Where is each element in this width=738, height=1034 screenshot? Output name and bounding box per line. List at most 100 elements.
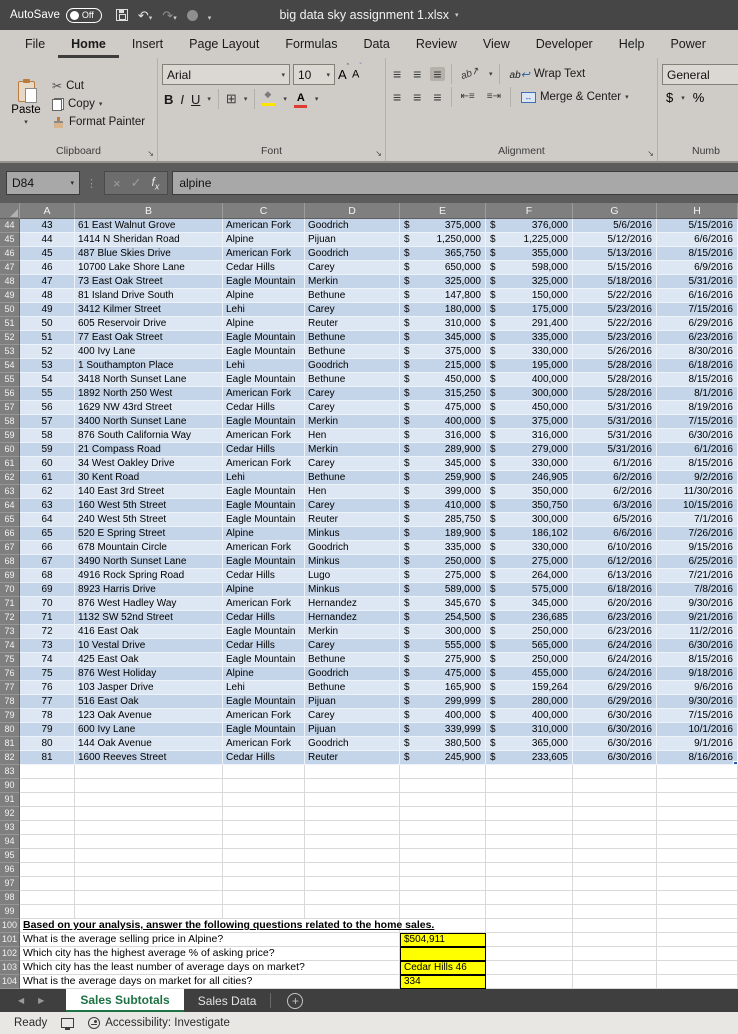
cell[interactable]: 3400 North Sunset Lane: [75, 415, 223, 429]
cell[interactable]: 6/24/2016: [573, 653, 657, 667]
cell[interactable]: [305, 765, 400, 779]
cell[interactable]: [486, 793, 573, 807]
cell[interactable]: 44: [20, 233, 75, 247]
cell[interactable]: 9/30/2016: [657, 695, 738, 709]
cell[interactable]: 6/3/2016: [573, 499, 657, 513]
row-header[interactable]: 47: [0, 261, 20, 275]
cell[interactable]: Carey: [305, 261, 400, 275]
cell[interactable]: [657, 919, 738, 933]
row-header[interactable]: 70: [0, 583, 20, 597]
cell[interactable]: 140 East 3rd Street: [75, 485, 223, 499]
cell[interactable]: [400, 835, 486, 849]
cell[interactable]: [486, 877, 573, 891]
cell[interactable]: 49: [20, 303, 75, 317]
cell[interactable]: [486, 961, 573, 975]
cell[interactable]: $375,000: [486, 415, 573, 429]
cell[interactable]: 6/6/2016: [573, 527, 657, 541]
cell[interactable]: [20, 961, 400, 975]
cell[interactable]: American Fork: [223, 709, 305, 723]
cell[interactable]: Carey: [305, 499, 400, 513]
cell[interactable]: 8/1/2016: [657, 387, 738, 401]
cell[interactable]: $195,000: [486, 359, 573, 373]
cell[interactable]: $275,900: [400, 653, 486, 667]
name-box[interactable]: D84 ▾: [6, 171, 80, 195]
cell[interactable]: Merkin: [305, 275, 400, 289]
insert-function-button[interactable]: fx: [152, 175, 160, 191]
cell[interactable]: 9/2/2016: [657, 471, 738, 485]
clipboard-dialog-launcher[interactable]: ↘: [147, 149, 154, 158]
row-header[interactable]: 71: [0, 597, 20, 611]
cell[interactable]: [75, 779, 223, 793]
cell[interactable]: $475,000: [400, 667, 486, 681]
cell[interactable]: [486, 905, 573, 919]
cell[interactable]: Hernandez: [305, 611, 400, 625]
cell[interactable]: 10700 Lake Shore Lane: [75, 261, 223, 275]
cell[interactable]: $254,500: [400, 611, 486, 625]
cell[interactable]: [400, 779, 486, 793]
row-header[interactable]: 76: [0, 667, 20, 681]
cell[interactable]: 64: [20, 513, 75, 527]
accessibility-status[interactable]: Accessibility: Investigate: [88, 1017, 230, 1029]
save-icon[interactable]: [115, 9, 128, 21]
cell[interactable]: 520 E Spring Street: [75, 527, 223, 541]
cell[interactable]: 876 West Holiday: [75, 667, 223, 681]
cell[interactable]: [573, 793, 657, 807]
cell[interactable]: 9/1/2016: [657, 737, 738, 751]
cell[interactable]: $325,000: [486, 275, 573, 289]
cell[interactable]: American Fork: [223, 219, 305, 233]
cell[interactable]: 5/28/2016: [573, 387, 657, 401]
row-header[interactable]: 68: [0, 555, 20, 569]
cell[interactable]: [20, 849, 75, 863]
cell[interactable]: [400, 863, 486, 877]
cell[interactable]: 3418 North Sunset Lane: [75, 373, 223, 387]
copy-dropdown-icon[interactable]: ▾: [99, 100, 103, 108]
cell[interactable]: Alpine: [223, 667, 305, 681]
cell[interactable]: Bethune: [305, 373, 400, 387]
cell[interactable]: 78: [20, 709, 75, 723]
row-header[interactable]: 95: [0, 849, 20, 863]
cell[interactable]: Bethune: [305, 681, 400, 695]
cancel-button[interactable]: ×: [113, 176, 121, 191]
cell[interactable]: 10 Vestal Drive: [75, 639, 223, 653]
cell[interactable]: American Fork: [223, 597, 305, 611]
italic-button[interactable]: I: [180, 92, 184, 107]
cell[interactable]: $376,000: [486, 219, 573, 233]
cell[interactable]: [20, 877, 75, 891]
row-header[interactable]: 78: [0, 695, 20, 709]
cell[interactable]: $300,000: [400, 625, 486, 639]
cell[interactable]: [400, 877, 486, 891]
cell[interactable]: [305, 835, 400, 849]
cell[interactable]: 62: [20, 485, 75, 499]
cell[interactable]: Goodrich: [305, 247, 400, 261]
cell[interactable]: $280,000: [486, 695, 573, 709]
cell[interactable]: $400,000: [400, 415, 486, 429]
cell[interactable]: Bethune: [305, 331, 400, 345]
cell[interactable]: 876 South California Way: [75, 429, 223, 443]
cell[interactable]: $410,000: [400, 499, 486, 513]
cell[interactable]: 57: [20, 415, 75, 429]
cell[interactable]: $650,000: [400, 261, 486, 275]
cell[interactable]: 1629 NW 43rd Street: [75, 401, 223, 415]
row-header[interactable]: 81: [0, 737, 20, 751]
row-header[interactable]: 103: [0, 961, 20, 975]
cell[interactable]: $215,000: [400, 359, 486, 373]
cell[interactable]: [657, 905, 738, 919]
cell[interactable]: [486, 891, 573, 905]
row-header[interactable]: 51: [0, 317, 20, 331]
cell[interactable]: $275,000: [486, 555, 573, 569]
cell[interactable]: [400, 849, 486, 863]
cell[interactable]: 70: [20, 597, 75, 611]
cell[interactable]: 678 Mountain Circle: [75, 541, 223, 555]
cell[interactable]: [400, 765, 486, 779]
cell[interactable]: [223, 835, 305, 849]
cell[interactable]: [20, 821, 75, 835]
cell[interactable]: 6/13/2016: [573, 569, 657, 583]
cell[interactable]: Cedar Hills: [223, 611, 305, 625]
cell[interactable]: [400, 807, 486, 821]
merge-center-button[interactable]: ↔ Merge & Center ▾: [517, 89, 633, 105]
column-header[interactable]: E: [400, 203, 486, 219]
cell[interactable]: [486, 835, 573, 849]
cell[interactable]: 55: [20, 387, 75, 401]
cell[interactable]: 1 Southampton Place: [75, 359, 223, 373]
cell[interactable]: $310,000: [400, 317, 486, 331]
